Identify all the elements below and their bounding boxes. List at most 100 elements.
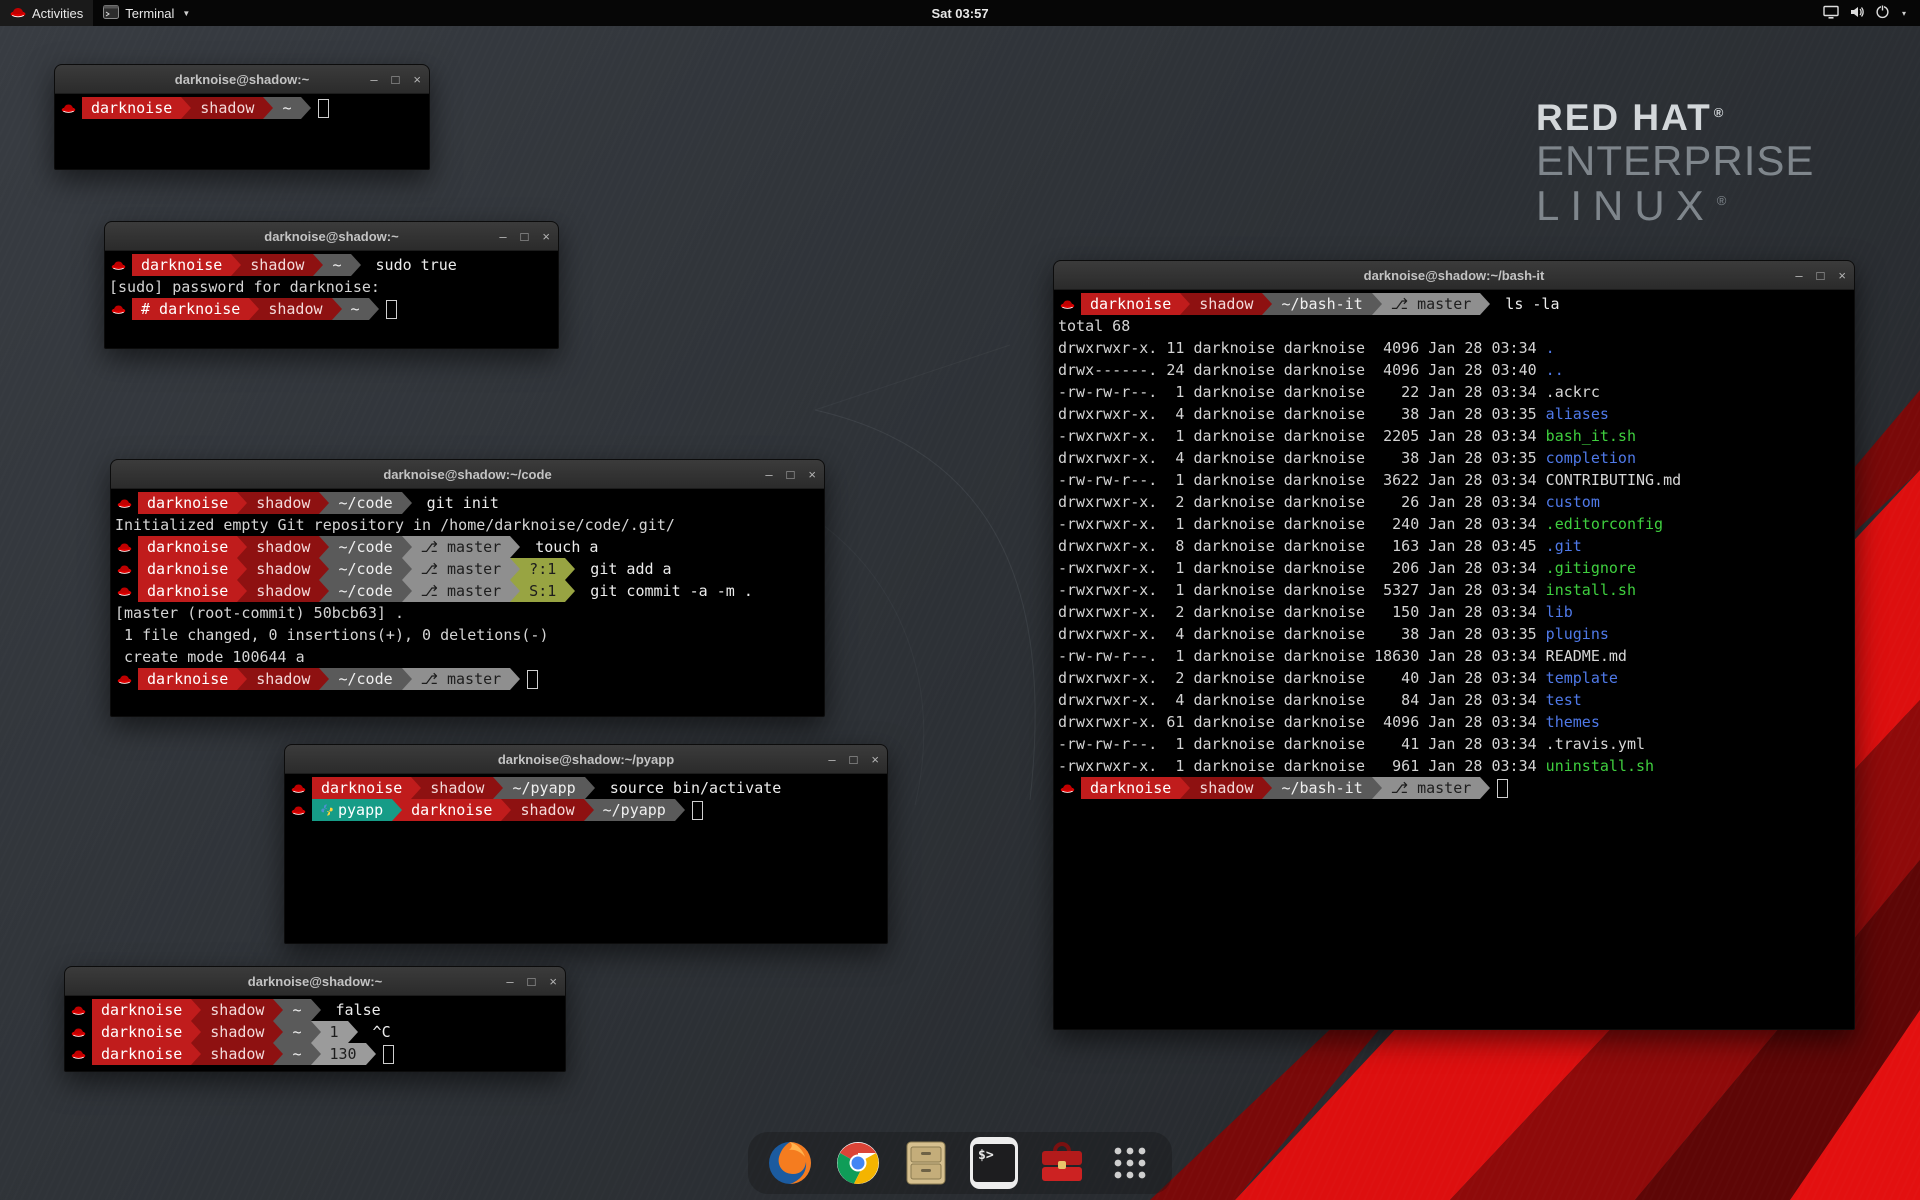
terminal-body[interactable]: darknoiseshadow~ sudo true[sudo] passwor… [105, 251, 558, 348]
powerline-separator [1372, 293, 1382, 315]
powerline-separator [1180, 293, 1190, 315]
window-controls: – □ × [765, 460, 816, 488]
window-titlebar[interactable]: darknoise@shadow:~/code–□× [111, 460, 824, 489]
window-titlebar[interactable]: darknoise@shadow:~–□× [55, 65, 429, 94]
close-button[interactable]: × [549, 975, 557, 988]
app-menu-label: Terminal [125, 6, 174, 21]
terminal-glyph: $> [973, 1144, 1015, 1182]
prompt-segment-host: shadow [201, 999, 273, 1021]
close-button[interactable]: × [1838, 269, 1846, 282]
file-name: .git [1546, 537, 1582, 555]
terminal-line: total 68 [1058, 315, 1850, 337]
maximize-button[interactable]: □ [528, 975, 536, 988]
terminal-window[interactable]: darknoise@shadow:~–□×darknoiseshadow~ [54, 64, 430, 170]
window-titlebar[interactable]: darknoise@shadow:~/bash-it–□× [1054, 261, 1854, 290]
terminal-body[interactable]: darknoiseshadow~/pyapp source bin/activa… [285, 774, 887, 943]
terminal-body[interactable]: darknoiseshadow~ falsedarknoiseshadow~1 … [65, 996, 565, 1071]
terminal-window[interactable]: darknoise@shadow:~/code–□×darknoiseshado… [110, 459, 825, 717]
prompt-segment-path: ~/pyapp [594, 799, 675, 821]
close-button[interactable]: × [413, 73, 421, 86]
minimize-button[interactable]: – [370, 73, 377, 86]
terminal-line: [master (root-commit) 50bcb63] . [115, 602, 820, 624]
file-name: install.sh [1546, 581, 1636, 599]
terminal-line: drwxrwxr-x. 8 darknoise darknoise 163 Ja… [1058, 535, 1850, 557]
ls-columns: drwxrwxr-x. 4 darknoise darknoise 38 Jan… [1058, 625, 1546, 643]
minimize-button[interactable]: – [499, 230, 506, 243]
prompt-segment-git: ⎇ master [412, 558, 511, 580]
prompt-segment-user: darknoise [138, 492, 237, 514]
ls-columns: -rw-rw-r--. 1 darknoise darknoise 41 Jan… [1058, 735, 1546, 753]
maximize-button[interactable]: □ [787, 468, 795, 481]
terminal-cursor [383, 1045, 394, 1064]
prompt-segment-user: darknoise [138, 536, 237, 558]
activities-button[interactable]: Activities [0, 0, 93, 26]
maximize-button[interactable]: □ [1817, 269, 1825, 282]
terminal-line: darknoiseshadow~/bash-it⎇ master ls -la [1058, 293, 1850, 315]
chrome-icon[interactable] [834, 1139, 882, 1187]
redhat-prompt-icon [1060, 298, 1075, 310]
powerline-separator [411, 777, 421, 799]
terminal-icon[interactable]: $> [970, 1139, 1018, 1187]
powerline-separator [565, 580, 575, 602]
powerline-separator [675, 799, 685, 821]
terminal-line: # darknoiseshadow~ [109, 298, 554, 320]
minimize-button[interactable]: – [1795, 269, 1802, 282]
firefox-icon[interactable] [766, 1139, 814, 1187]
close-button[interactable]: × [808, 468, 816, 481]
terminal-body[interactable]: darknoiseshadow~ [55, 94, 429, 169]
powerline-separator [191, 1043, 201, 1065]
close-button[interactable]: × [871, 753, 879, 766]
window-titlebar[interactable]: darknoise@shadow:~–□× [105, 222, 558, 251]
activities-label: Activities [32, 6, 83, 21]
prompt-segment-path: ~/code [329, 558, 401, 580]
maximize-button[interactable]: □ [850, 753, 858, 766]
command-text: git add a [581, 560, 671, 578]
minimize-button[interactable]: – [765, 468, 772, 481]
window-titlebar[interactable]: darknoise@shadow:~–□× [65, 967, 565, 996]
maximize-button[interactable]: □ [521, 230, 529, 243]
toolbox-icon[interactable] [1038, 1139, 1086, 1187]
redhat-icon [10, 6, 26, 21]
window-titlebar[interactable]: darknoise@shadow:~/pyapp–□× [285, 745, 887, 774]
powerline-separator [319, 668, 329, 690]
prompt-segment-path: ~ [283, 999, 310, 1021]
terminal-window[interactable]: darknoise@shadow:~–□×darknoiseshadow~ fa… [64, 966, 566, 1072]
powerline-separator [510, 536, 520, 558]
powerline-separator [319, 492, 329, 514]
files-icon[interactable] [902, 1139, 950, 1187]
terminal-body[interactable]: darknoiseshadow~/bash-it⎇ master ls -lat… [1054, 290, 1854, 1029]
terminal-line: drwxrwxr-x. 2 darknoise darknoise 150 Ja… [1058, 601, 1850, 623]
minimize-button[interactable]: – [828, 753, 835, 766]
minimize-button[interactable]: – [506, 975, 513, 988]
prompt-segment-exit: 130 [321, 1043, 366, 1065]
terminal-window[interactable]: darknoise@shadow:~/pyapp–□×darknoiseshad… [284, 744, 888, 944]
app-grid-icon[interactable] [1106, 1139, 1154, 1187]
terminal-body[interactable]: darknoiseshadow~/code git initInitialize… [111, 489, 824, 716]
terminal-window[interactable]: darknoise@shadow:~–□×darknoiseshadow~ su… [104, 221, 559, 349]
prompt-segment-user: darknoise [1081, 293, 1180, 315]
terminal-line: -rwxrwxr-x. 1 darknoise darknoise 961 Ja… [1058, 755, 1850, 777]
terminal-window[interactable]: darknoise@shadow:~/bash-it–□×darknoisesh… [1053, 260, 1855, 1030]
terminal-line: create mode 100644 a [115, 646, 820, 668]
prompt-segment-host: shadow [247, 558, 319, 580]
close-button[interactable]: × [542, 230, 550, 243]
powerline-separator [351, 254, 361, 276]
redhat-prompt-icon [291, 782, 306, 794]
redhat-prompt-icon [117, 563, 132, 575]
command-text: source bin/activate [601, 779, 782, 797]
prompt-segment-user: # darknoise [132, 298, 249, 320]
app-menu-terminal[interactable]: Terminal ▼ [93, 0, 200, 26]
maximize-button[interactable]: □ [392, 73, 400, 86]
clock[interactable]: Sat 03:57 [921, 0, 998, 26]
terminal-cursor [692, 801, 703, 820]
prompt-segment-path: ~ [273, 97, 300, 119]
command-text: sudo true [367, 256, 457, 274]
window-controls: – □ × [499, 222, 550, 250]
prompt-segment-user: darknoise [138, 558, 237, 580]
system-menu[interactable]: ▾ [1813, 0, 1916, 26]
ls-columns: drwxrwxr-x. 4 darknoise darknoise 38 Jan… [1058, 449, 1546, 467]
powerline-separator [369, 298, 379, 320]
terminal-cursor [318, 99, 329, 118]
prompt-segment-host: shadow [201, 1043, 273, 1065]
prompt-segment-host: shadow [1190, 293, 1262, 315]
